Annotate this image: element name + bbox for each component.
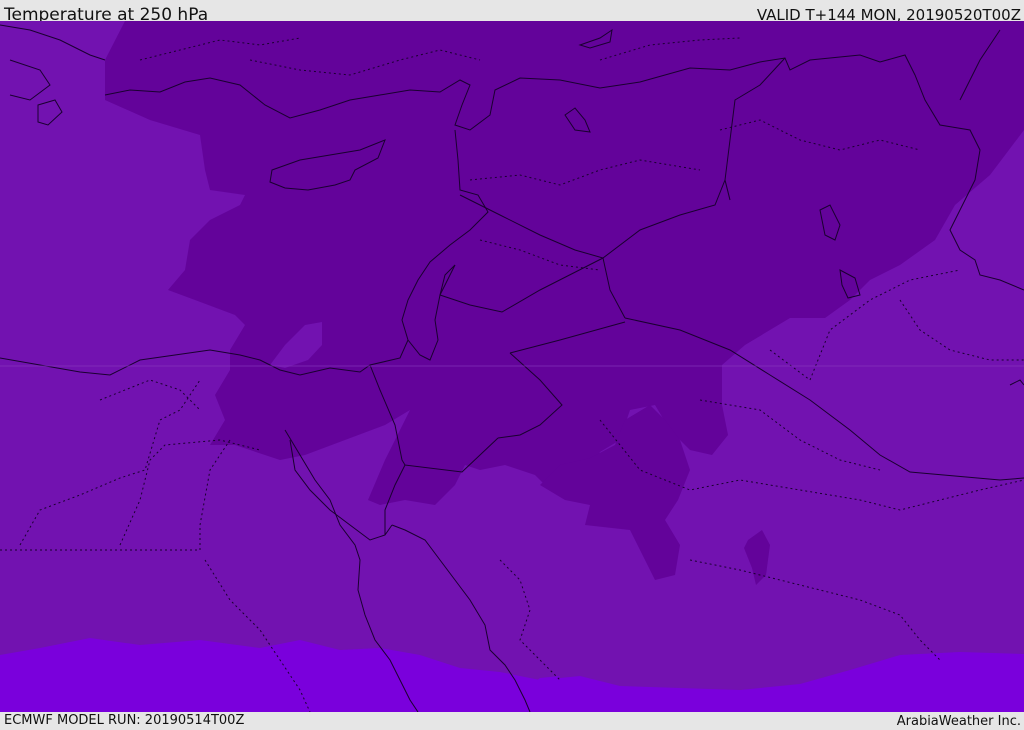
temperature-map (0, 21, 1024, 712)
map-footer: ECMWF MODEL RUN: 20190514T00Z ArabiaWeat… (0, 712, 1024, 729)
credit-label: ArabiaWeather Inc. (896, 714, 1021, 729)
model-run-label: ECMWF MODEL RUN: 20190514T00Z (4, 713, 245, 728)
map-header: Temperature at 250 hPa VALID T+144 MON, … (0, 0, 1024, 25)
